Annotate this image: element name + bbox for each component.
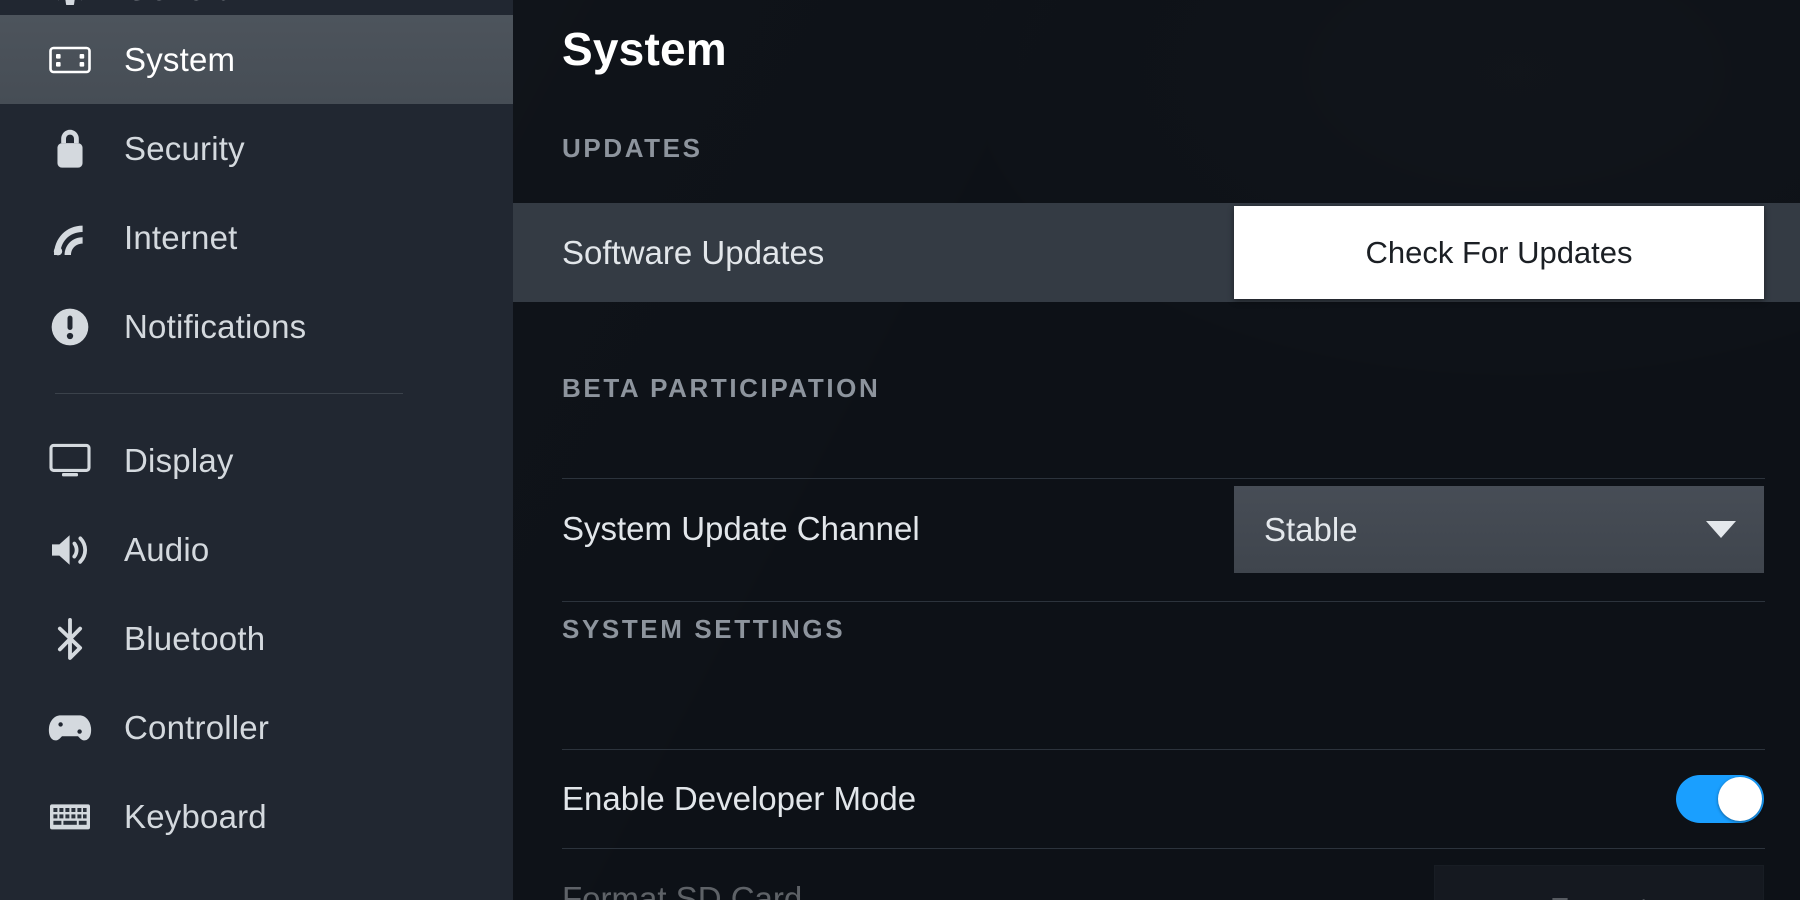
sidebar-item-label-bluetooth: Bluetooth <box>124 619 266 657</box>
keyboard-icon <box>48 795 92 839</box>
sidebar-item-label-display: Display <box>124 441 234 479</box>
settings-sidebar: General System <box>0 0 513 900</box>
row-label-enable-developer-mode: Enable Developer Mode <box>562 780 917 817</box>
sidebar-item-label-system: System <box>124 40 236 78</box>
sidebar-divider <box>55 393 403 394</box>
developer-mode-toggle[interactable] <box>1676 775 1764 823</box>
sidebar-item-label-keyboard: Keyboard <box>124 797 267 835</box>
divider-beta-bottom <box>562 601 1765 602</box>
sidebar-item-label-security: Security <box>124 129 245 167</box>
toggle-knob <box>1718 777 1762 821</box>
page-title: System <box>562 23 727 75</box>
sidebar-item-keyboard[interactable]: Keyboard <box>0 772 513 861</box>
sidebar-item-audio[interactable]: Audio <box>0 505 513 594</box>
row-label-format-sd-card: Format SD Card <box>562 880 803 900</box>
sidebar-item-controller[interactable]: Controller <box>0 683 513 772</box>
sidebar-item-notifications[interactable]: Notifications <box>0 282 513 371</box>
dropdown-selected-value: Stable <box>1264 510 1358 548</box>
row-software-updates[interactable]: Software Updates Check For Updates <box>513 203 1800 302</box>
sidebar-item-label-general: General <box>124 0 243 8</box>
wifi-icon <box>48 216 92 260</box>
format-sd-card-button[interactable]: Format <box>1434 865 1764 900</box>
sidebar-item-label-audio: Audio <box>124 530 210 568</box>
bluetooth-icon <box>48 617 92 661</box>
row-format-sd-card[interactable]: Format SD Card Format <box>513 849 1800 900</box>
row-enable-developer-mode[interactable]: Enable Developer Mode <box>513 750 1800 848</box>
sidebar-item-label-controller: Controller <box>124 708 270 746</box>
sidebar-item-display[interactable]: Display <box>0 416 513 505</box>
sidebar-item-system[interactable]: System <box>0 15 513 104</box>
speaker-icon <box>48 528 92 572</box>
monitor-icon <box>48 439 92 483</box>
row-label-system-update-channel: System Update Channel <box>562 510 920 547</box>
steamdeck-icon <box>48 38 92 82</box>
check-for-updates-button[interactable]: Check For Updates <box>1234 206 1764 299</box>
sidebar-item-general[interactable]: General <box>0 0 513 15</box>
row-label-software-updates: Software Updates <box>562 233 825 271</box>
system-update-channel-dropdown[interactable]: Stable <box>1234 486 1764 573</box>
gear-icon <box>48 0 92 11</box>
exclamation-icon <box>48 305 92 349</box>
sidebar-item-internet[interactable]: Internet <box>0 193 513 282</box>
sidebar-item-label-internet: Internet <box>124 218 238 256</box>
settings-main-panel: System UPDATES Software Updates Check Fo… <box>513 0 1800 900</box>
settings-window: General System <box>0 0 1800 900</box>
sidebar-item-label-notifications: Notifications <box>124 307 307 345</box>
chevron-down-icon <box>1706 521 1736 538</box>
section-heading-system-settings: SYSTEM SETTINGS <box>562 614 846 644</box>
lock-icon <box>48 127 92 171</box>
sidebar-item-bluetooth[interactable]: Bluetooth <box>0 594 513 683</box>
section-heading-updates: UPDATES <box>562 133 703 163</box>
gamepad-icon <box>48 706 92 750</box>
section-heading-beta-participation: BETA PARTICIPATION <box>562 373 881 403</box>
row-system-update-channel[interactable]: System Update Channel Stable <box>513 479 1800 579</box>
sidebar-item-security[interactable]: Security <box>0 104 513 193</box>
